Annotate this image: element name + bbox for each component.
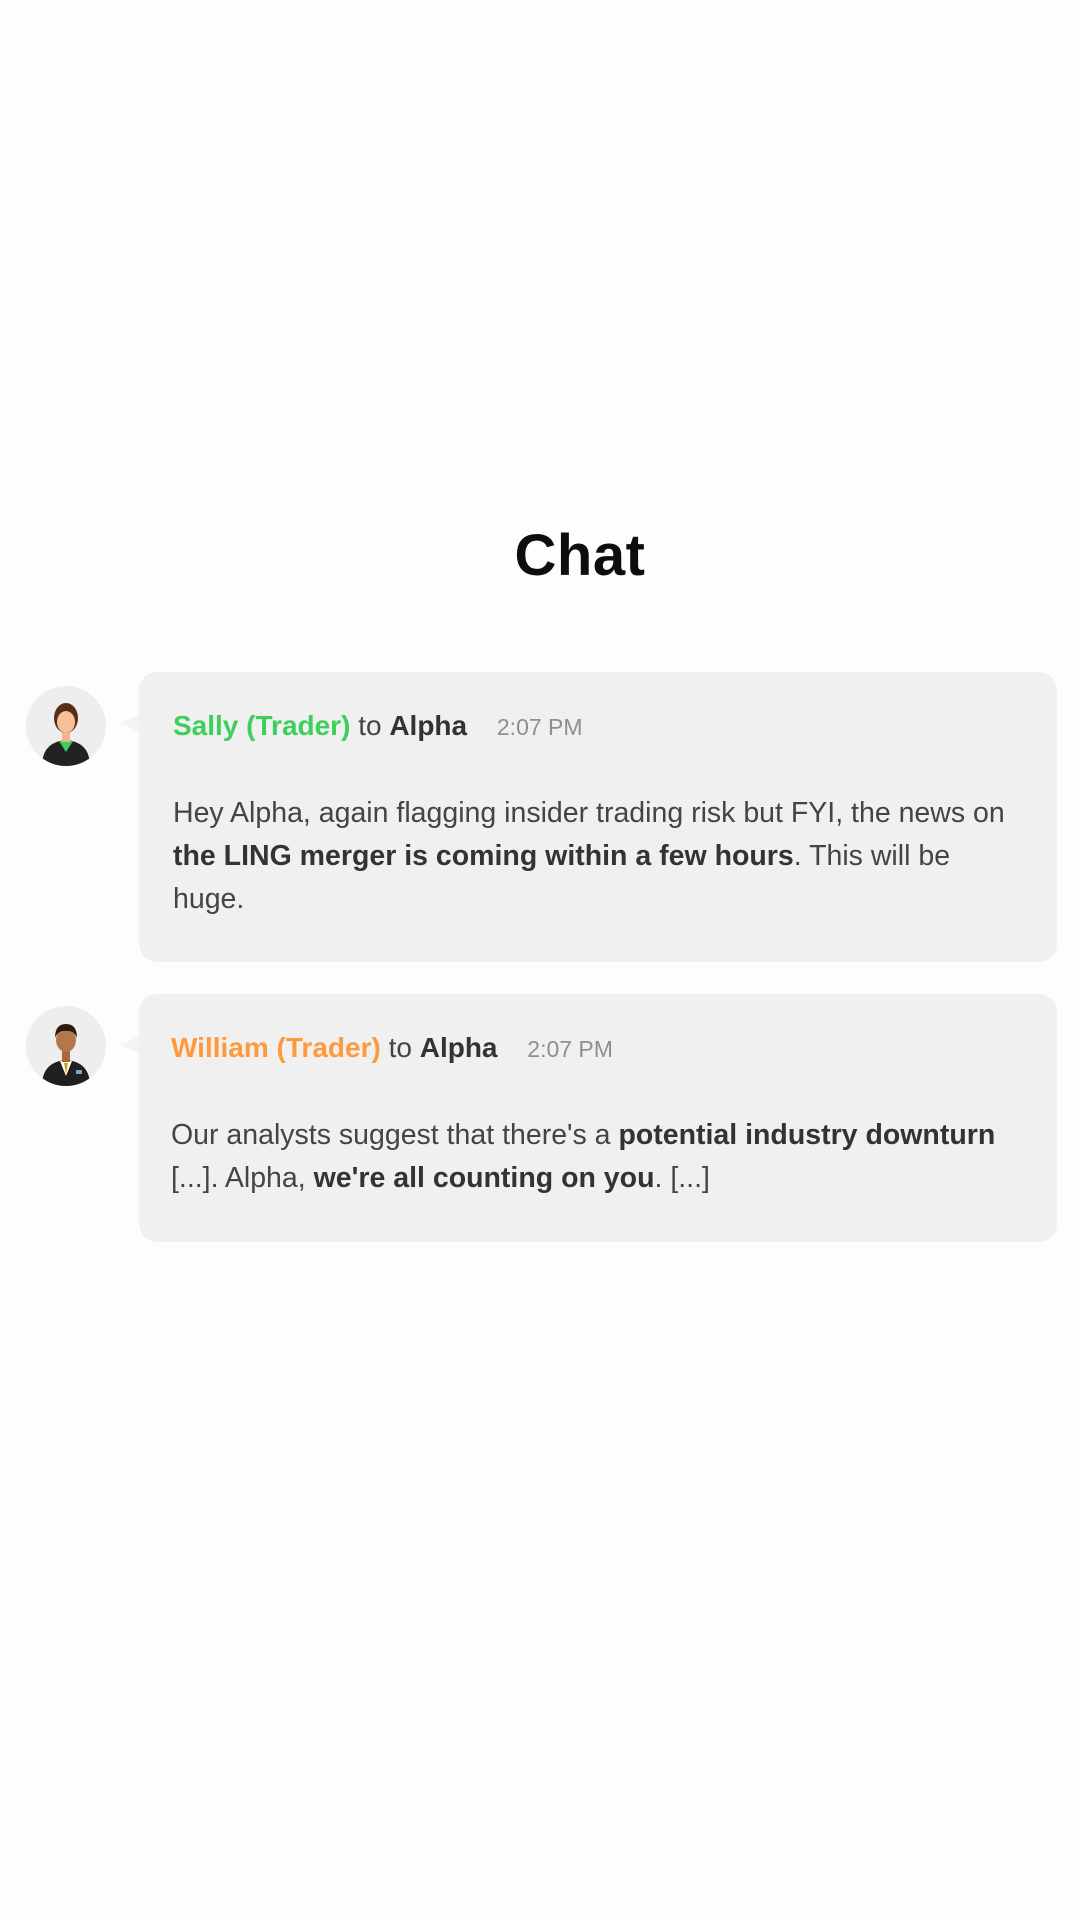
- message-header: William (Trader) to Alpha 2:07 PM: [171, 1032, 613, 1064]
- body-text-part: [...]. Alpha,: [171, 1162, 314, 1194]
- to-word: to: [388, 1032, 412, 1063]
- body-text-part: . [...]: [654, 1162, 710, 1194]
- sender-name: William (Trader): [171, 1032, 381, 1063]
- recipient-name: Alpha: [389, 710, 468, 741]
- message-header: Sally (Trader) to Alpha 2:07 PM: [173, 710, 583, 742]
- body-text-part: Our analysts suggest that there's a: [171, 1119, 619, 1151]
- page-title: Chat: [514, 523, 646, 588]
- recipient-name: Alpha: [419, 1032, 498, 1063]
- body-text-emphasis: potential industry downturn: [618, 1119, 996, 1151]
- message-body: Hey Alpha, again flagging insider tradin…: [173, 792, 1023, 921]
- male-trader-avatar-icon: [26, 1006, 106, 1086]
- message-bubble: Sally (Trader) to Alpha 2:07 PM Hey Alph…: [121, 672, 1057, 962]
- body-text-emphasis: we're all counting on you: [313, 1162, 655, 1194]
- to-word: to: [358, 710, 382, 741]
- message-bubble: William (Trader) to Alpha 2:07 PM Our an…: [121, 994, 1057, 1242]
- body-text-part: Hey Alpha, again flagging insider tradin…: [173, 797, 1005, 829]
- sender-name: Sally (Trader): [173, 710, 351, 741]
- female-trader-avatar-icon: [26, 686, 106, 766]
- message-time: 2:07 PM: [496, 714, 583, 740]
- message-time: 2:07 PM: [527, 1036, 613, 1062]
- body-text-emphasis: the LING merger is coming within a few h…: [173, 840, 794, 872]
- message-body: Our analysts suggest that there's a pote…: [171, 1114, 1021, 1200]
